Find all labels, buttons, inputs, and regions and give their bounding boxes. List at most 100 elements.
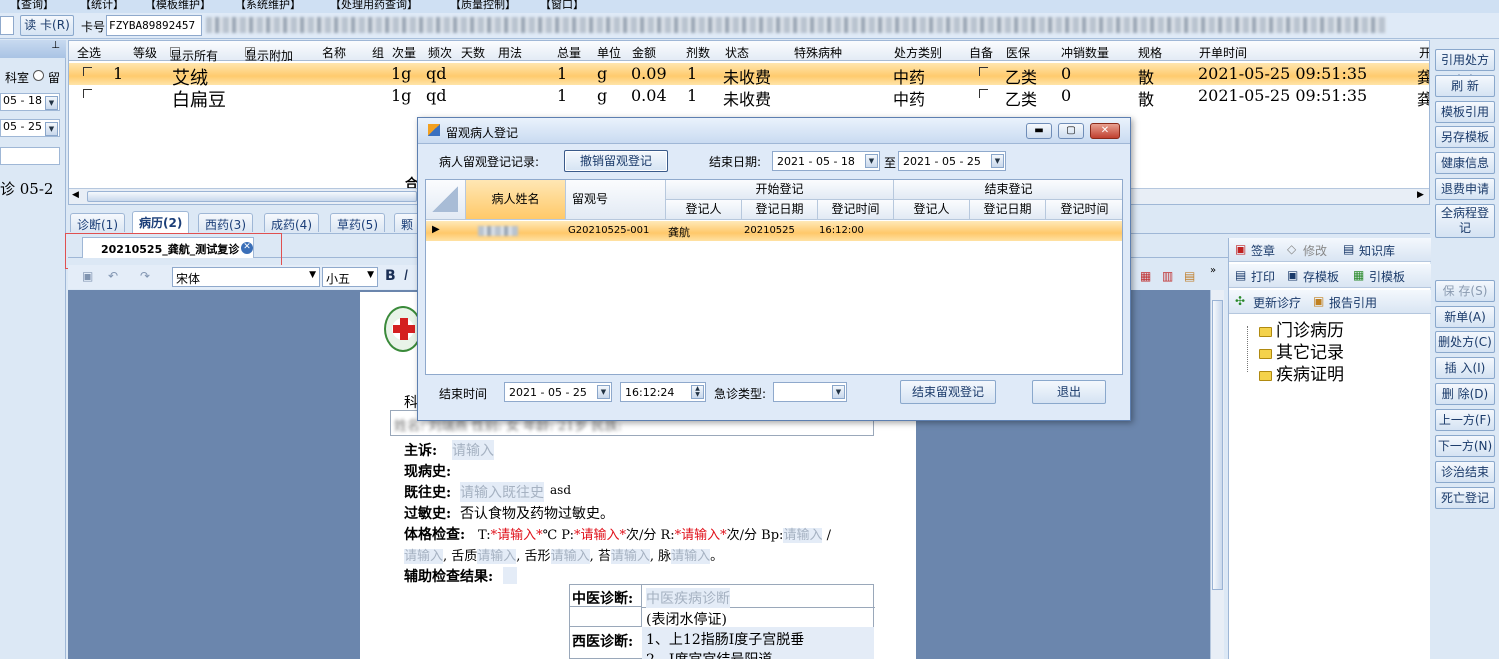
table-column-icon[interactable]: ▥ [1162, 269, 1173, 283]
more-icon[interactable]: » [1210, 265, 1216, 276]
left-input[interactable] [0, 16, 14, 35]
col-start-date[interactable]: 登记日期 [742, 200, 818, 220]
save-as-template-button[interactable]: 另存模板 [1435, 126, 1495, 148]
full-course-register-button[interactable]: 全病程登记 [1435, 204, 1495, 238]
self-checkbox[interactable] [979, 67, 988, 76]
finish-diagnosis-button[interactable]: 诊治结束 [1435, 461, 1495, 483]
report-ref-button[interactable]: 报告引用 [1329, 294, 1377, 311]
col-end-date[interactable]: 登记日期 [970, 200, 1046, 220]
chevron-down-icon[interactable]: ▼ [367, 270, 374, 280]
radio-icon[interactable] [33, 70, 44, 81]
insert-button[interactable]: 插 入(I) [1435, 357, 1495, 379]
col-patient-name[interactable]: 病人姓名 [466, 180, 566, 220]
undo-icon[interactable]: ↶ [108, 269, 118, 283]
row-checkbox[interactable] [83, 89, 92, 98]
col-select-all[interactable]: 全选 [77, 44, 101, 61]
health-info-button[interactable]: 健康信息 [1435, 152, 1495, 174]
col-end-registrar[interactable]: 登记人 [894, 200, 970, 220]
table-grid-icon[interactable]: ▤ [1184, 269, 1195, 283]
size-select[interactable]: 小五 ▼ [322, 267, 378, 287]
date-to-picker[interactable]: 2021 - 05 - 25 ▼ [898, 151, 1006, 171]
table-row[interactable]: 白扁豆 1g qd 1 g 0.04 1 未收费 中药 乙类 0 散 2021-… [69, 85, 1429, 111]
scroll-thumb[interactable] [1212, 300, 1223, 590]
pin-icon[interactable]: ⊥ [0, 40, 66, 58]
col-start-registrar[interactable]: 登记人 [666, 200, 742, 220]
template-ref-button[interactable]: 模板引用 [1435, 101, 1495, 123]
sign-button[interactable]: 签章 [1251, 242, 1275, 259]
visit-item[interactable]: 诊 05-2 [0, 178, 53, 199]
tree-item-certificate[interactable]: 疾病证明 [1259, 360, 1344, 385]
chevron-down-icon[interactable]: ▼ [832, 385, 845, 399]
chevron-down-icon[interactable]: ▼ [597, 385, 610, 399]
delete-button[interactable]: 删 除(D) [1435, 383, 1495, 405]
scroll-left-icon[interactable]: ◀ [72, 190, 79, 200]
emergency-select[interactable]: ▼ [773, 382, 847, 402]
tab-herbal-medicine[interactable]: 草药(5) [330, 213, 385, 232]
menu-stats[interactable]: 【统计】 [80, 0, 124, 12]
save-icon[interactable]: ▣ [82, 269, 93, 283]
death-register-button[interactable]: 死亡登记 [1435, 487, 1495, 509]
refund-button[interactable]: 退费申请 [1435, 178, 1495, 200]
new-button[interactable]: 新单(A) [1435, 306, 1495, 328]
scroll-right-icon[interactable]: ▶ [1417, 190, 1424, 200]
chevron-down-icon[interactable]: ▼ [45, 96, 58, 110]
menu-window[interactable]: 【窗口】 [540, 0, 584, 12]
past-input[interactable]: 请输入既往史 [460, 482, 544, 502]
update-diagnosis-button[interactable]: 更新诊疗 [1253, 294, 1301, 311]
exit-button[interactable]: 退出 [1032, 380, 1106, 404]
menu-drug-query[interactable]: 【处理用药查询】 [330, 0, 418, 12]
table-row[interactable]: 1 艾绒 1g qd 1 g 0.09 1 未收费 中药 乙类 0 散 2021… [69, 63, 1429, 89]
close-icon[interactable]: ✕ [1090, 123, 1120, 139]
self-checkbox[interactable] [979, 89, 988, 98]
read-card-button[interactable]: 读 卡(R) [20, 15, 74, 36]
tcm-dx-input[interactable]: 中医疾病诊断 [646, 588, 730, 608]
next-rx-button[interactable]: 下一方(N) [1435, 435, 1495, 457]
date-to-field[interactable]: 05 - 25 ▼ [0, 119, 60, 137]
end-time-spinner[interactable]: 16:12:24 ▲ ▼ [620, 382, 706, 402]
maximize-icon[interactable]: ▢ [1058, 123, 1084, 139]
col-obs-no[interactable]: 留观号 [566, 180, 666, 220]
bold-button[interactable]: B [385, 268, 396, 284]
import-rx-button[interactable]: 引用处方(U) [1435, 49, 1495, 87]
refresh-button[interactable]: 刷 新 [1435, 75, 1495, 97]
finish-observation-button[interactable]: 结束留观登记 [900, 380, 996, 404]
chevron-down-icon[interactable]: ▼ [309, 270, 316, 280]
menu-query[interactable]: 【查询】 [10, 0, 54, 12]
vertical-scrollbar[interactable] [1210, 290, 1224, 659]
chevron-down-icon[interactable]: ▼ [991, 154, 1004, 168]
date-from-picker[interactable]: 2021 - 05 - 18 ▼ [772, 151, 880, 171]
col-end-time[interactable]: 登记时间 [1046, 200, 1122, 220]
tab-diagnosis[interactable]: 诊断(1) [70, 213, 125, 232]
import-template-button[interactable]: 引模板 [1369, 268, 1405, 285]
cancel-observation-button[interactable]: 撤销留观登记 [564, 150, 668, 172]
date-from-field[interactable]: 05 - 18 ▼ [0, 93, 60, 111]
wm-dx-item[interactable]: 1、上12指肠Ⅰ度子宫脱垂 [646, 629, 804, 649]
row-checkbox[interactable] [83, 67, 92, 76]
table-icon[interactable]: ▦ [1140, 269, 1151, 283]
spinner-icon[interactable]: ▲ ▼ [691, 385, 704, 399]
col-start-time[interactable]: 登记时间 [818, 200, 894, 220]
prev-rx-button[interactable]: 上一方(F) [1435, 409, 1495, 431]
card-no-input[interactable]: FZYBA89892457 [106, 15, 202, 36]
minimize-icon[interactable]: ▬ [1026, 123, 1052, 139]
scroll-thumb[interactable] [87, 191, 417, 202]
end-date-picker[interactable]: 2021 - 05 - 25 ▼ [504, 382, 612, 402]
font-select[interactable]: 宋体 ▼ [172, 267, 320, 287]
left-search-input[interactable] [0, 147, 60, 165]
wm-dx-item[interactable]: 2、Ⅰ度宫宫结号阳道 [646, 649, 772, 659]
chevron-down-icon[interactable]: ▼ [865, 154, 878, 168]
dialog-titlebar[interactable]: 留观病人登记 ▬ ▢ ✕ [418, 118, 1130, 144]
save-button[interactable]: 保 存(S) [1435, 280, 1495, 302]
complaint-input[interactable]: 请输入 [452, 440, 494, 460]
italic-button[interactable]: I [404, 268, 408, 284]
print-button[interactable]: 打印 [1251, 268, 1275, 285]
menu-quality[interactable]: 【质量控制】 [450, 0, 516, 12]
tab-western-medicine[interactable]: 西药(3) [198, 213, 253, 232]
redo-icon[interactable]: ↷ [140, 269, 150, 283]
aux-input[interactable] [503, 567, 517, 584]
save-template-button[interactable]: 存模板 [1303, 268, 1339, 285]
delete-rx-button[interactable]: 删处方(C) [1435, 331, 1495, 353]
menu-system[interactable]: 【系统维护】 [235, 0, 301, 12]
knowledge-button[interactable]: 知识库 [1359, 242, 1395, 259]
tab-medical-record[interactable]: 病历(2) [132, 211, 190, 233]
